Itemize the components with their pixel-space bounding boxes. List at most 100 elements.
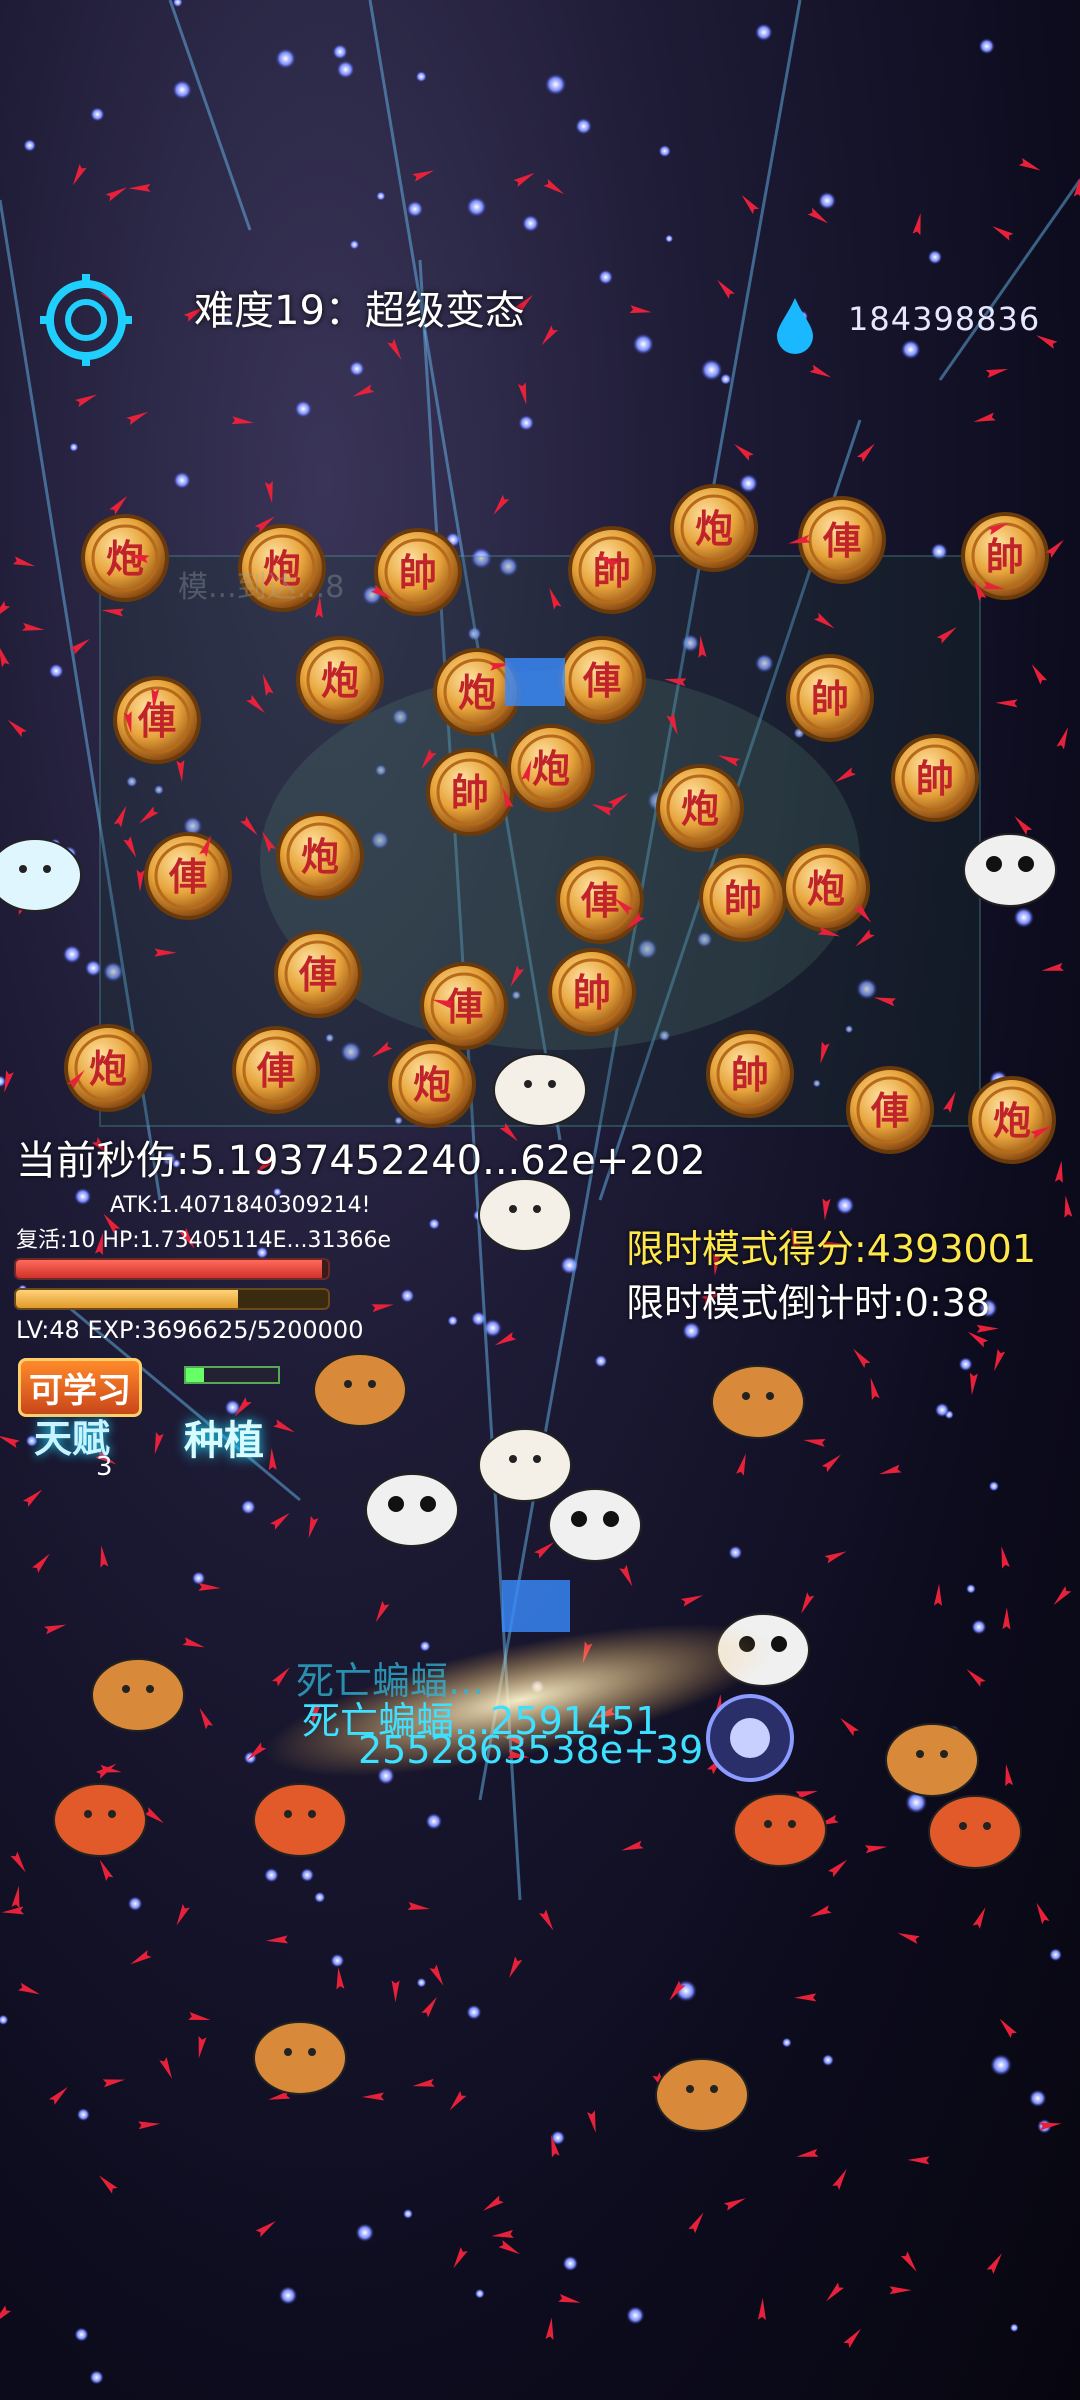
player-ship[interactable] xyxy=(706,1694,794,1782)
red-projectile xyxy=(741,194,760,215)
star xyxy=(416,1977,427,1988)
red-projectile xyxy=(803,1438,826,1447)
star xyxy=(240,1499,256,1515)
chess-piece-label: 俥 xyxy=(580,879,619,923)
red-projectile xyxy=(856,443,875,463)
star xyxy=(74,1187,92,1206)
current-dps: 当前秒伤:5.1937452240...62e+202 xyxy=(16,1138,706,1184)
red-projectile xyxy=(154,1432,164,1455)
star xyxy=(336,60,355,79)
red-projectile xyxy=(985,368,1009,378)
red-projectile xyxy=(821,1454,841,1473)
star xyxy=(403,2208,413,2219)
red-projectile xyxy=(1005,1763,1014,1787)
chess-piece-label: 帥 xyxy=(593,549,631,593)
red-projectile xyxy=(387,338,402,360)
chess-piece-enemy: 炮 xyxy=(276,812,364,900)
chess-piece-enemy: 炮 xyxy=(782,844,870,932)
red-projectile xyxy=(491,2229,514,2238)
red-projectile xyxy=(12,556,36,567)
red-projectile xyxy=(182,1637,205,1648)
star xyxy=(172,0,183,8)
red-projectile xyxy=(100,1545,109,1568)
chess-piece-enemy: 炮 xyxy=(968,1076,1056,1164)
star xyxy=(818,191,836,210)
red-projectile xyxy=(130,1950,152,1965)
red-projectile xyxy=(264,480,273,504)
red-projectile xyxy=(176,1903,190,1926)
chess-piece-label: 炮 xyxy=(993,1099,1031,1143)
chess-piece-label: 俥 xyxy=(137,699,176,743)
star xyxy=(1049,1948,1062,1962)
red-projectile xyxy=(143,1807,164,1824)
star xyxy=(173,471,191,490)
level-exp: LV:48 EXP:3696625/5200000 xyxy=(16,1316,364,1344)
target-gear-icon xyxy=(40,274,132,366)
red-projectile xyxy=(723,2198,746,2211)
red-projectile xyxy=(832,2168,847,2191)
star xyxy=(958,1357,973,1372)
red-projectile xyxy=(199,1707,214,1730)
red-projectile xyxy=(493,494,510,515)
laser xyxy=(938,179,1080,381)
star xyxy=(314,1891,326,1903)
red-projectile xyxy=(717,279,735,299)
star xyxy=(0,2014,9,2026)
star xyxy=(48,663,64,679)
chess-piece-enemy: 俥 xyxy=(798,496,886,584)
red-projectile xyxy=(587,2110,596,2133)
red-projectile xyxy=(371,1304,394,1313)
chess-piece-enemy: 俥 xyxy=(420,962,508,1050)
red-projectile xyxy=(889,2286,912,2295)
chess-piece-enemy: 俥 xyxy=(558,636,646,724)
red-projectile xyxy=(453,2247,468,2269)
red-projectile xyxy=(1001,1546,1010,1569)
star xyxy=(700,358,723,381)
settings-button[interactable] xyxy=(38,272,134,368)
chess-piece-label: 炮 xyxy=(413,1063,451,1107)
red-projectile xyxy=(933,1583,942,1606)
star xyxy=(665,234,674,243)
red-projectile xyxy=(967,1331,989,1348)
star xyxy=(415,71,427,83)
chess-piece-label: 帥 xyxy=(724,877,762,921)
chess-piece-label: 帥 xyxy=(731,1053,769,1097)
red-projectile xyxy=(840,1717,859,1737)
chess-piece-enemy: 帥 xyxy=(706,1030,794,1118)
dog-creature xyxy=(711,1365,805,1439)
star xyxy=(971,1619,987,1635)
cat-creature xyxy=(478,1428,572,1502)
chess-piece-label: 帥 xyxy=(451,771,489,815)
red-projectile xyxy=(517,382,527,405)
star xyxy=(927,249,943,265)
red-projectile xyxy=(308,1515,319,1539)
star xyxy=(278,2286,298,2305)
star xyxy=(191,1571,206,1585)
red-projectile xyxy=(159,2057,173,2079)
star xyxy=(172,79,192,100)
chess-piece-label: 俥 xyxy=(256,1049,295,1093)
chess-piece-label: 炮 xyxy=(807,867,845,911)
cat-creature xyxy=(493,1053,587,1127)
talent-button[interactable]: 天赋 3 xyxy=(26,1400,126,1482)
red-projectile xyxy=(99,1859,114,1882)
red-projectile xyxy=(736,1453,746,1476)
panda-creature xyxy=(548,1488,642,1562)
fighter-creature xyxy=(253,1783,347,1857)
red-projectile xyxy=(801,1592,815,1614)
panda-creature xyxy=(365,1473,459,1547)
exp-bar-fill xyxy=(16,1290,238,1308)
red-projectile xyxy=(1014,816,1033,836)
cat-creature xyxy=(478,1178,572,1252)
star xyxy=(900,339,921,360)
plant-button[interactable]: 种植 xyxy=(170,1366,290,1488)
ghost-creature xyxy=(0,838,82,912)
plant-icon: 种植 xyxy=(184,1418,264,1464)
chess-piece-enemy: 帥 xyxy=(374,528,462,616)
star xyxy=(575,117,592,135)
red-projectile xyxy=(105,187,127,202)
star xyxy=(62,944,82,964)
red-projectile xyxy=(10,1851,26,1873)
star xyxy=(90,107,105,122)
star xyxy=(428,1218,440,1230)
